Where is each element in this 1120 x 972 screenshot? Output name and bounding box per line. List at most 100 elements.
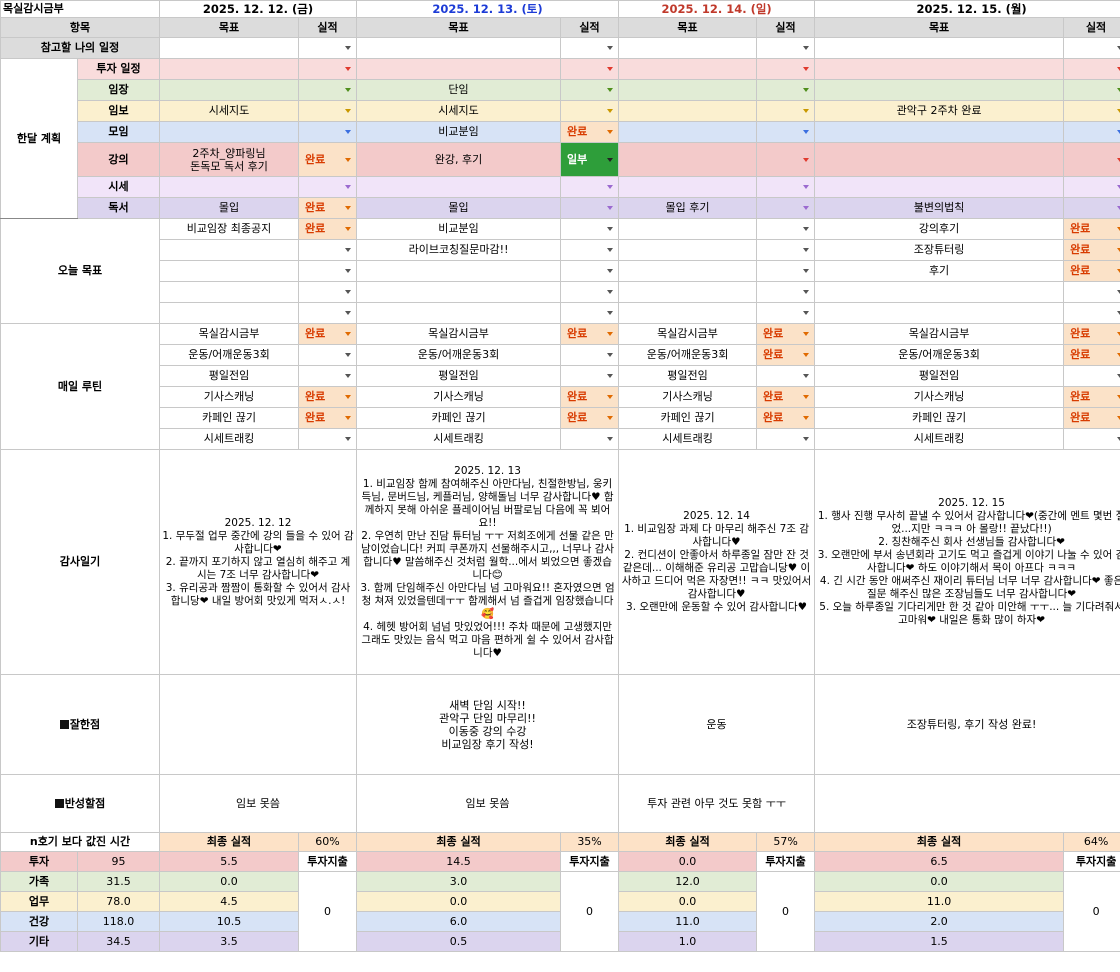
status-dropdown[interactable] xyxy=(298,239,358,261)
goal-cell[interactable] xyxy=(618,121,758,143)
routine-item[interactable]: 카페인 끊기 xyxy=(618,407,758,429)
status-dropdown[interactable]: 일부 xyxy=(560,142,620,177)
category-value[interactable]: 1.0 xyxy=(618,931,758,952)
reflect-entry[interactable]: 임보 못씀 xyxy=(159,774,358,833)
well-entry[interactable]: 조장튜터링, 후기 작성 완료! xyxy=(814,674,1120,775)
status-dropdown[interactable] xyxy=(756,176,816,198)
invest-amount[interactable]: 0 xyxy=(560,871,620,952)
goal-cell[interactable]: 불변의법칙 xyxy=(814,197,1065,219)
status-dropdown[interactable] xyxy=(756,302,816,324)
goal-cell[interactable]: 몰입 xyxy=(159,197,300,219)
category-value[interactable]: 0.0 xyxy=(814,871,1065,892)
category-value[interactable]: 11.0 xyxy=(618,911,758,932)
status-dropdown[interactable] xyxy=(560,302,620,324)
status-dropdown[interactable] xyxy=(756,218,816,240)
status-dropdown[interactable] xyxy=(756,428,816,450)
goal-cell[interactable]: 비교분임 xyxy=(356,218,562,240)
routine-item[interactable]: 평일전임 xyxy=(159,365,300,387)
category-value[interactable]: 5.5 xyxy=(159,851,300,872)
goal-cell[interactable] xyxy=(618,281,758,303)
goal-cell[interactable] xyxy=(159,58,300,80)
goal-cell[interactable]: 2주차_양파링님 돈독모 독서 후기 xyxy=(159,142,300,177)
status-dropdown[interactable]: 완료 xyxy=(756,407,816,429)
goal-cell[interactable] xyxy=(159,176,300,198)
goal-cell[interactable] xyxy=(159,260,300,282)
routine-item[interactable]: 운동/어깨운동3회 xyxy=(618,344,758,366)
goal-cell[interactable] xyxy=(618,142,758,177)
category-value[interactable]: 6.5 xyxy=(814,851,1065,872)
category-value[interactable]: 0.5 xyxy=(356,931,562,952)
status-dropdown[interactable] xyxy=(756,121,816,143)
status-dropdown[interactable]: 완료 xyxy=(298,323,358,345)
status-dropdown[interactable]: 완료 xyxy=(560,386,620,408)
category-value[interactable]: 3.0 xyxy=(356,871,562,892)
goal-cell[interactable]: 비교임장 최종공지 xyxy=(159,218,300,240)
gratitude-entry[interactable]: 2025. 12. 13 1. 비교임장 함께 참여해주신 아만다님, 친절한방… xyxy=(356,449,620,675)
goal-cell[interactable] xyxy=(159,239,300,261)
category-value[interactable]: 0.0 xyxy=(356,891,562,912)
status-dropdown[interactable] xyxy=(298,428,358,450)
routine-item[interactable]: 목실감시금부 xyxy=(159,323,300,345)
status-dropdown[interactable] xyxy=(298,79,358,101)
status-dropdown[interactable]: 완료 xyxy=(1063,344,1120,366)
reflect-entry[interactable]: 임보 못씀 xyxy=(356,774,620,833)
status-dropdown[interactable] xyxy=(298,176,358,198)
status-dropdown[interactable] xyxy=(560,365,620,387)
routine-item[interactable]: 목실감시금부 xyxy=(814,323,1065,345)
status-dropdown[interactable] xyxy=(560,218,620,240)
status-dropdown[interactable]: 완료 xyxy=(560,323,620,345)
goal-cell[interactable]: 비교분임 xyxy=(356,121,562,143)
goal-cell[interactable] xyxy=(159,37,300,59)
goal-cell[interactable] xyxy=(618,37,758,59)
status-dropdown[interactable] xyxy=(1063,365,1120,387)
status-dropdown[interactable]: 완료 xyxy=(1063,260,1120,282)
invest-amount[interactable]: 0 xyxy=(298,871,358,952)
status-dropdown[interactable] xyxy=(1063,58,1120,80)
routine-item[interactable]: 운동/어깨운동3회 xyxy=(356,344,562,366)
status-dropdown[interactable] xyxy=(1063,37,1120,59)
category-value[interactable]: 1.5 xyxy=(814,931,1065,952)
status-dropdown[interactable] xyxy=(756,260,816,282)
status-dropdown[interactable] xyxy=(756,239,816,261)
routine-item[interactable]: 시세트래킹 xyxy=(356,428,562,450)
status-dropdown[interactable] xyxy=(1063,79,1120,101)
status-dropdown[interactable] xyxy=(560,37,620,59)
goal-cell[interactable] xyxy=(618,302,758,324)
well-entry[interactable] xyxy=(159,674,358,775)
routine-item[interactable]: 목실감시금부 xyxy=(618,323,758,345)
status-dropdown[interactable]: 완료 xyxy=(1063,407,1120,429)
category-value[interactable]: 3.5 xyxy=(159,931,300,952)
goal-cell[interactable] xyxy=(814,281,1065,303)
goal-cell[interactable]: 관악구 2주차 완료 xyxy=(814,100,1065,122)
status-dropdown[interactable] xyxy=(560,100,620,122)
status-dropdown[interactable] xyxy=(756,142,816,177)
goal-cell[interactable]: 후기 xyxy=(814,260,1065,282)
status-dropdown[interactable] xyxy=(756,100,816,122)
goal-cell[interactable] xyxy=(814,302,1065,324)
status-dropdown[interactable] xyxy=(560,428,620,450)
goal-cell[interactable] xyxy=(618,58,758,80)
status-dropdown[interactable] xyxy=(560,197,620,219)
goal-cell[interactable] xyxy=(356,37,562,59)
routine-item[interactable]: 운동/어깨운동3회 xyxy=(814,344,1065,366)
status-dropdown[interactable] xyxy=(756,365,816,387)
routine-item[interactable]: 시세트래킹 xyxy=(159,428,300,450)
goal-cell[interactable]: 단임 xyxy=(356,79,562,101)
status-dropdown[interactable]: 완료 xyxy=(560,407,620,429)
goal-cell[interactable]: 몰입 xyxy=(356,197,562,219)
goal-cell[interactable]: 강의후기 xyxy=(814,218,1065,240)
status-dropdown[interactable] xyxy=(560,79,620,101)
reflect-entry[interactable] xyxy=(814,774,1120,833)
goal-cell[interactable] xyxy=(618,260,758,282)
gratitude-entry[interactable]: 2025. 12. 15 1. 행사 진행 무사히 끝낼 수 있어서 감사합니다… xyxy=(814,449,1120,675)
well-entry[interactable]: 새벽 단임 시작!! 관악구 단임 마무리!! 이동중 강의 수강 비교임장 후… xyxy=(356,674,620,775)
status-dropdown[interactable] xyxy=(1063,428,1120,450)
goal-cell[interactable]: 완강, 후기 xyxy=(356,142,562,177)
category-value[interactable]: 0.0 xyxy=(618,891,758,912)
goal-cell[interactable] xyxy=(159,281,300,303)
goal-cell[interactable]: 라이브코칭질문마감!! xyxy=(356,239,562,261)
reflect-entry[interactable]: 투자 관련 아무 것도 못함 ㅜㅜ xyxy=(618,774,816,833)
status-dropdown[interactable] xyxy=(298,365,358,387)
routine-item[interactable]: 카페인 끊기 xyxy=(814,407,1065,429)
gratitude-entry[interactable]: 2025. 12. 12 1. 무두절 업무 중간에 강의 들을 수 있어 감사… xyxy=(159,449,358,675)
